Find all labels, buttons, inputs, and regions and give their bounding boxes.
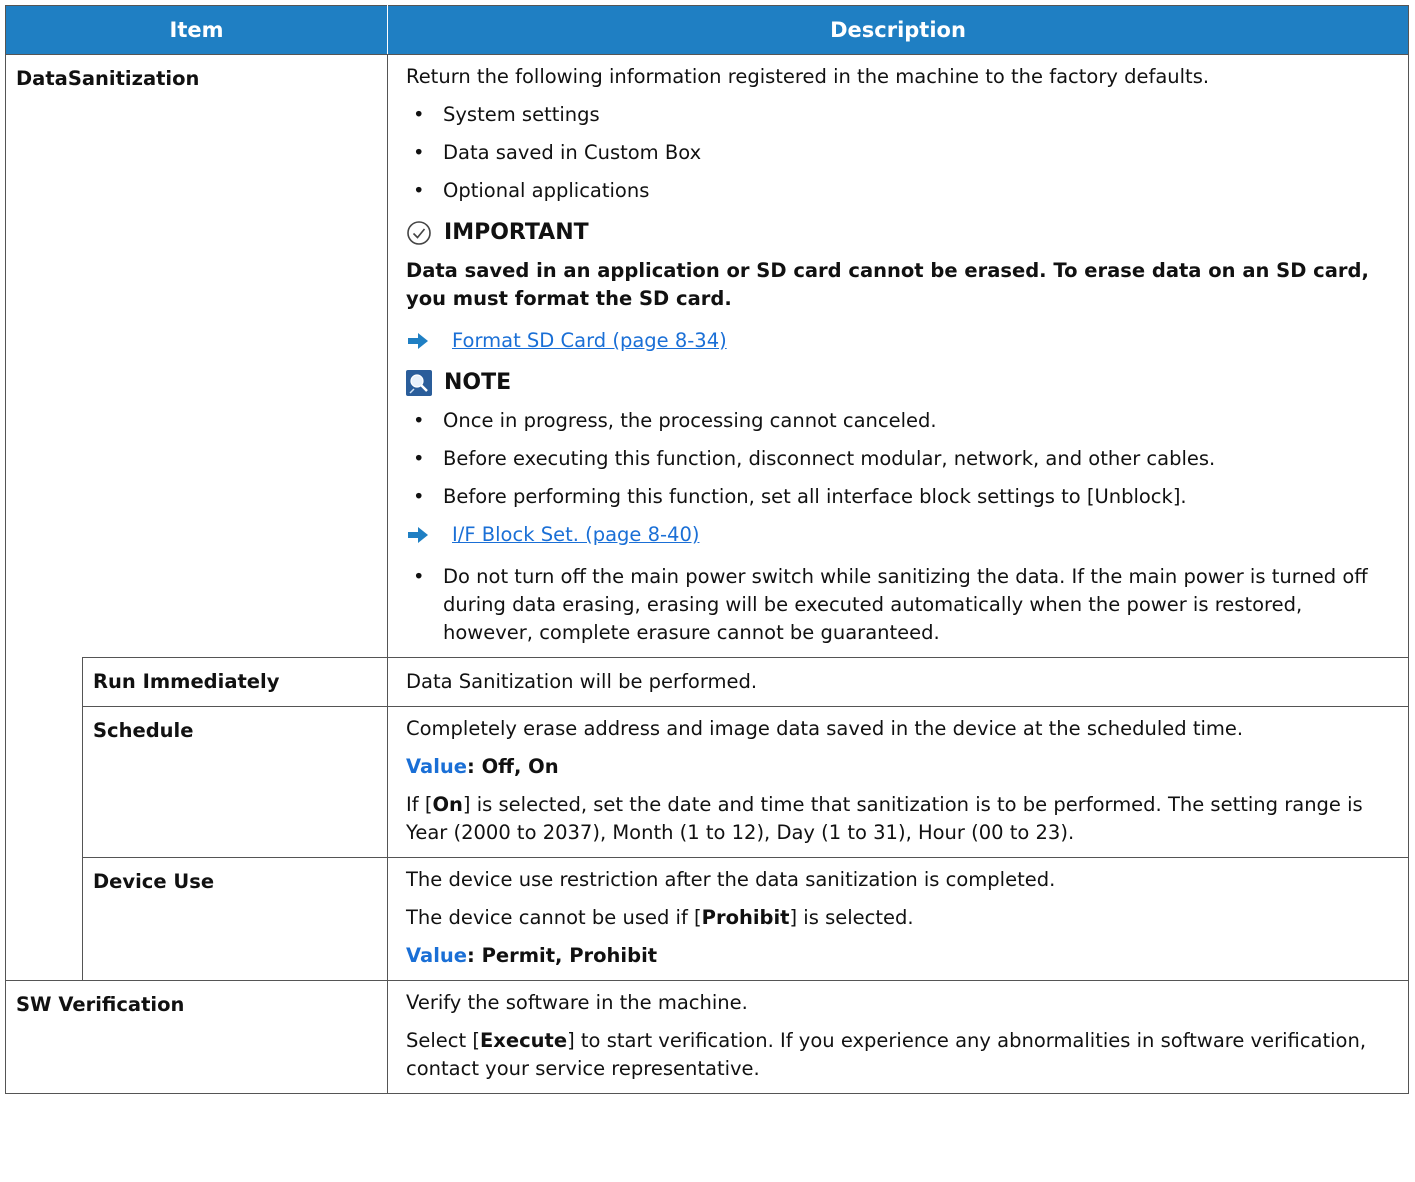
schedule-detail: If [On] is selected, set the date and ti…: [406, 791, 1390, 847]
desc-data-sanitization: Return the following information registe…: [387, 54, 1410, 658]
intro-text: Return the following information registe…: [406, 65, 1210, 88]
sw-verification-detail: Select [Execute] to start verification. …: [406, 1027, 1390, 1083]
value-text: : Off, On: [467, 755, 559, 778]
list-item: System settings: [406, 101, 1390, 129]
important-heading: IMPORTANT: [406, 219, 1390, 247]
text-fragment-bold: Execute: [479, 1029, 568, 1052]
schedule-value: Value: Off, On: [406, 753, 1390, 781]
list-item: Data saved in Custom Box: [406, 139, 1390, 167]
value-label: Value: [406, 944, 467, 967]
arrow-right-icon: [408, 333, 429, 349]
settings-table: Item Description DataSanitization Return…: [4, 5, 1410, 1094]
sw-verification-text: Verify the software in the machine.: [406, 991, 748, 1014]
link-line-format-sd: Format SD Card (page 8-34): [406, 327, 1390, 355]
table-row: Device Use The device use restriction af…: [6, 857, 1410, 981]
important-title: IMPORTANT: [444, 220, 589, 245]
list-item: Before executing this function, disconne…: [406, 445, 1390, 473]
device-use-text: The device use restriction after the dat…: [406, 868, 1056, 891]
if-block-set-link[interactable]: I/F Block Set. (page 8-40): [452, 521, 699, 549]
desc-run-immediately: Data Sanitization will be performed.: [387, 657, 1410, 707]
item-device-use: Device Use: [81, 857, 389, 981]
device-use-detail: The device cannot be used if [Prohibit] …: [406, 904, 1390, 932]
text-fragment: ] is selected, set the date and time tha…: [406, 793, 1363, 844]
settings-document: Item Description DataSanitization Return…: [4, 5, 1410, 1094]
format-sd-card-link[interactable]: Format SD Card (page 8-34): [452, 327, 727, 355]
item-sw-verification: SW Verification: [4, 980, 389, 1094]
header-description: Description: [387, 5, 1410, 55]
arrow-right-icon: [408, 527, 429, 543]
text-fragment: Select [: [406, 1029, 480, 1052]
list-item: Once in progress, the processing cannot …: [406, 407, 1390, 435]
item-schedule: Schedule: [81, 706, 389, 858]
desc-schedule: Completely erase address and image data …: [387, 706, 1410, 858]
table-row: SW Verification Verify the software in t…: [4, 980, 1410, 1094]
text-fragment: If [: [406, 793, 433, 816]
table-row: Run Immediately Data Sanitization will b…: [5, 657, 1410, 981]
note-heading: NOTE: [406, 369, 1390, 397]
note-icon: [406, 370, 433, 396]
text-fragment: ] is selected.: [789, 906, 914, 929]
list-item: Optional applications: [406, 177, 1390, 205]
note-title: NOTE: [444, 370, 512, 395]
desc-sw-verification: Verify the software in the machine. Sele…: [387, 980, 1410, 1094]
table-row: DataSanitization Return the following in…: [4, 54, 1410, 658]
important-text: Data saved in an application or SD card …: [406, 259, 1369, 310]
list-item: Before performing this function, set all…: [406, 483, 1390, 511]
device-use-value: Value: Permit, Prohibit: [406, 942, 1390, 970]
value-label: Value: [406, 755, 467, 778]
header-item: Item: [4, 5, 389, 55]
link-line-if-block: I/F Block Set. (page 8-40): [406, 521, 1390, 549]
indent-cell: [5, 657, 83, 981]
text-fragment-bold: Prohibit: [701, 906, 790, 929]
table-header-row: Item Description: [4, 5, 1410, 55]
text-fragment-bold: On: [432, 793, 463, 816]
item-run-immediately: Run Immediately: [81, 657, 389, 707]
item-data-sanitization: DataSanitization: [4, 54, 389, 658]
table-row: Schedule Completely erase address and im…: [6, 706, 1410, 858]
check-circle-icon: [407, 221, 431, 245]
list-item: Do not turn off the main power switch wh…: [406, 563, 1390, 647]
schedule-text: Completely erase address and image data …: [406, 717, 1244, 740]
desc-device-use: The device use restriction after the dat…: [387, 857, 1410, 981]
text-fragment: The device cannot be used if [: [406, 906, 702, 929]
value-text: : Permit, Prohibit: [467, 944, 658, 967]
